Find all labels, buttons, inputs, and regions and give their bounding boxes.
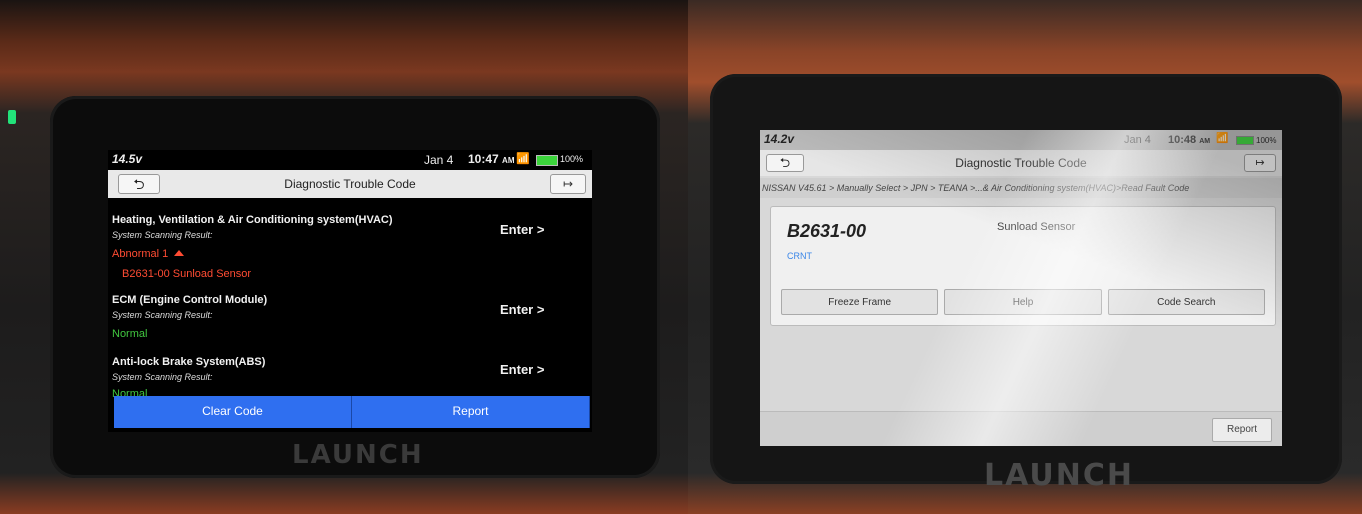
page-title: Diagnostic Trouble Code (284, 177, 416, 191)
scan-result-normal: Normal (112, 328, 148, 340)
dtc-code: B2631-00 (787, 221, 867, 241)
title-bar: ⮌ Diagnostic Trouble Code ↦ (108, 170, 592, 198)
brand-logo: LAUNCH (292, 440, 424, 470)
brand-logo: LAUNCH (984, 458, 1135, 493)
help-button[interactable]: Help (944, 289, 1102, 315)
status-time: 10:47 AM (468, 152, 515, 166)
collapse-icon[interactable] (174, 250, 185, 256)
dtc-actions: Freeze Frame Help Code Search (781, 289, 1265, 315)
status-time: 10:48 AM (1168, 134, 1211, 146)
right-screen: 14.2v Jan 4 10:48 AM 📶 100% ⮌ Diagnostic… (760, 130, 1282, 446)
report-button[interactable]: Report (1212, 418, 1272, 442)
battery-icon (536, 155, 558, 166)
wifi-icon: 📶 (516, 153, 530, 165)
system-name: ECM (Engine Control Module) (112, 294, 268, 306)
footer-bar: Report (760, 411, 1282, 446)
breadcrumb: NISSAN V45.61 > Manually Select > JPN > … (760, 178, 1282, 198)
enter-button[interactable]: Enter > (500, 362, 544, 377)
status-bar: 14.2v Jan 4 10:48 AM 📶 100% (760, 130, 1282, 150)
status-date: Jan 4 (424, 153, 454, 167)
bottom-button-bar: Clear Code Report (114, 396, 590, 428)
clear-code-button[interactable]: Clear Code (114, 396, 352, 428)
left-screen: 14.5v Jan 4 10:47 AM 📶 100% ⮌ Diagnostic… (108, 150, 592, 432)
voltage-readout: 14.5v (112, 152, 143, 166)
report-button[interactable]: Report (352, 396, 590, 428)
scan-result-label: System Scanning Result: (112, 372, 213, 382)
system-name: Heating, Ventilation & Air Conditioning … (112, 214, 393, 226)
code-search-button[interactable]: Code Search (1107, 289, 1265, 315)
enter-button[interactable]: Enter > (500, 222, 544, 237)
scan-result-label: System Scanning Result: (112, 230, 213, 240)
battery-icon (1236, 136, 1254, 145)
scan-result-label: System Scanning Result: (112, 310, 213, 320)
title-bar: ⮌ Diagnostic Trouble Code ↦ (760, 150, 1282, 176)
right-photo: 14.2v Jan 4 10:48 AM 📶 100% ⮌ Diagnostic… (688, 0, 1362, 514)
exit-button[interactable]: ↦ (550, 174, 586, 194)
enter-button[interactable]: Enter > (500, 302, 544, 317)
battery-percent: 100% (560, 154, 584, 164)
wifi-icon: 📶 (1216, 133, 1229, 144)
dtc-status: CRNT (787, 251, 812, 261)
power-led (8, 110, 16, 124)
page-title: Diagnostic Trouble Code (955, 156, 1087, 170)
scan-result-abnormal[interactable]: Abnormal 1 (112, 248, 185, 260)
dtc-description: Sunload Sensor (997, 221, 1076, 233)
status-bar: 14.5v Jan 4 10:47 AM 📶 100% (108, 150, 592, 170)
dtc-card: B2631-00 Sunload Sensor CRNT Freeze Fram… (770, 206, 1276, 326)
system-name: Anti-lock Brake System(ABS) (112, 356, 266, 368)
exit-button[interactable]: ↦ (1244, 154, 1276, 172)
battery-percent: 100% (1256, 136, 1277, 145)
fault-code-item[interactable]: B2631-00 Sunload Sensor (122, 268, 251, 280)
status-date: Jan 4 (1124, 134, 1151, 146)
voltage-readout: 14.2v (764, 132, 795, 146)
freeze-frame-button[interactable]: Freeze Frame (781, 289, 939, 315)
left-photo: 14.5v Jan 4 10:47 AM 📶 100% ⮌ Diagnostic… (0, 0, 688, 514)
